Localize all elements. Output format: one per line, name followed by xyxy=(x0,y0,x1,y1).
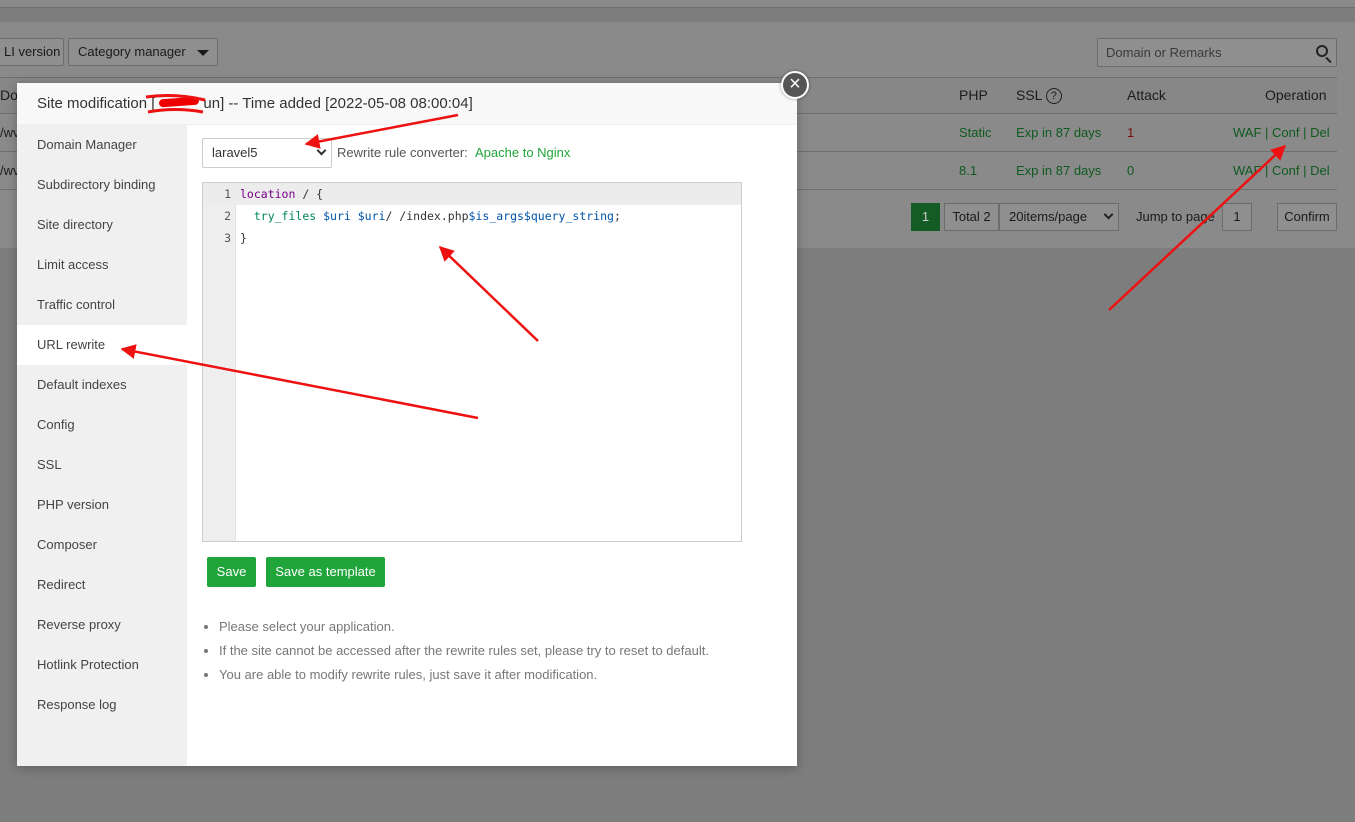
search-icon[interactable] xyxy=(1316,45,1328,57)
sidebar-item-domain-manager[interactable]: Domain Manager xyxy=(17,125,187,165)
rewrite-code-editor[interactable]: 1 location / { 2 try_files $uri $uri/ /i… xyxy=(202,182,742,542)
close-icon[interactable]: × xyxy=(781,71,809,99)
sidebar-item-config[interactable]: Config xyxy=(17,405,187,445)
del-link[interactable]: Del xyxy=(1310,163,1330,178)
converter-label: Rewrite rule converter: xyxy=(337,145,468,160)
sidebar-item-default-indexes[interactable]: Default indexes xyxy=(17,365,187,405)
column-domain[interactable]: Do xyxy=(0,87,18,103)
cli-version-button[interactable]: LI version xyxy=(0,38,64,66)
sidebar-item-reverse-proxy[interactable]: Reverse proxy xyxy=(17,605,187,645)
column-php[interactable]: PHP xyxy=(959,87,988,103)
row-operations: WAF | Conf | Del xyxy=(1233,163,1330,178)
search-input[interactable]: Domain or Remarks xyxy=(1097,38,1337,67)
confirm-button[interactable]: Confirm xyxy=(1277,203,1337,231)
row-operations: WAF | Conf | Del xyxy=(1233,125,1330,140)
row-ssl[interactable]: Exp in 87 days xyxy=(1016,125,1101,140)
sidebar-item-subdirectory-binding[interactable]: Subdirectory binding xyxy=(17,165,187,205)
waf-link[interactable]: WAF xyxy=(1233,163,1261,178)
dialog-title-prefix: Site modification [ xyxy=(37,95,156,112)
tips-list: Please select your application. If the s… xyxy=(219,615,779,687)
jump-label: Jump to page xyxy=(1136,209,1215,224)
row-php[interactable]: Static xyxy=(959,125,992,140)
conf-link[interactable]: Conf xyxy=(1272,163,1299,178)
dialog-title: Site modification [ un] -- Time added [20… xyxy=(17,83,797,125)
page-size-select[interactable]: 20items/page xyxy=(999,203,1119,231)
redaction-mark xyxy=(155,95,203,109)
column-attack: Attack xyxy=(1127,87,1166,103)
sidebar-item-hotlink-protection[interactable]: Hotlink Protection xyxy=(17,645,187,685)
list-item: Please select your application. xyxy=(219,615,779,639)
line-number: 1 xyxy=(224,187,231,201)
settings-sidebar: Domain Manager Subdirectory binding Site… xyxy=(17,125,187,766)
sidebar-item-limit-access[interactable]: Limit access xyxy=(17,245,187,285)
category-manager-button[interactable]: Category manager xyxy=(68,38,218,66)
code-line[interactable]: 2 try_files $uri $uri/ /index.php$is_arg… xyxy=(203,205,741,227)
waf-link[interactable]: WAF xyxy=(1233,125,1261,140)
sidebar-item-url-rewrite[interactable]: URL rewrite xyxy=(17,325,187,365)
page-total: Total 2 xyxy=(944,203,999,231)
line-number: 2 xyxy=(224,209,231,223)
column-ssl-label: SSL xyxy=(1016,87,1042,103)
sidebar-item-composer[interactable]: Composer xyxy=(17,525,187,565)
code-text: } xyxy=(240,231,247,245)
sidebar-item-php-version[interactable]: PHP version xyxy=(17,485,187,525)
sidebar-item-traffic-control[interactable]: Traffic control xyxy=(17,285,187,325)
category-manager-label: Category manager xyxy=(78,44,186,59)
code-text: location / { xyxy=(240,187,324,201)
del-link[interactable]: Del xyxy=(1310,125,1330,140)
list-item: You are able to modify rewrite rules, ju… xyxy=(219,663,779,687)
top-bar xyxy=(0,0,1355,8)
sidebar-item-redirect[interactable]: Redirect xyxy=(17,565,187,605)
row-attack[interactable]: 0 xyxy=(1127,163,1134,178)
apache-to-nginx-link[interactable]: Apache to Nginx xyxy=(475,145,570,160)
row-php[interactable]: 8.1 xyxy=(959,163,977,178)
code-text: try_files $uri $uri/ /index.php$is_args$… xyxy=(253,209,621,223)
url-rewrite-panel: laravel5 Rewrite rule converter: Apache … xyxy=(187,125,797,766)
code-line[interactable]: 1 location / { xyxy=(203,183,741,205)
chevron-down-icon xyxy=(1103,209,1114,220)
line-number: 3 xyxy=(224,231,231,245)
list-item: If the site cannot be accessed after the… xyxy=(219,639,779,663)
jump-page-input[interactable]: 1 xyxy=(1222,203,1252,231)
save-as-template-button[interactable]: Save as template xyxy=(266,557,385,587)
rewrite-template-select[interactable]: laravel5 xyxy=(202,138,332,168)
page-current[interactable]: 1 xyxy=(911,203,940,231)
sidebar-item-response-log[interactable]: Response log xyxy=(17,685,187,725)
column-ssl[interactable]: SSL ? xyxy=(1016,87,1062,104)
caret-down-icon xyxy=(197,50,209,56)
conf-link[interactable]: Conf xyxy=(1272,125,1299,140)
dialog-title-suffix: un] -- Time added [2022-05-08 08:00:04] xyxy=(203,95,473,112)
rewrite-template-value: laravel5 xyxy=(212,145,258,160)
search-placeholder: Domain or Remarks xyxy=(1106,45,1222,60)
save-button[interactable]: Save xyxy=(207,557,256,587)
site-modification-dialog: Site modification [ un] -- Time added [20… xyxy=(17,83,797,766)
page-size-value: 20items/page xyxy=(1009,209,1088,224)
code-line[interactable]: 3 } xyxy=(203,227,741,249)
help-icon[interactable]: ? xyxy=(1045,88,1062,104)
row-ssl[interactable]: Exp in 87 days xyxy=(1016,163,1101,178)
sidebar-item-site-directory[interactable]: Site directory xyxy=(17,205,187,245)
row-attack[interactable]: 1 xyxy=(1127,125,1134,140)
chevron-down-icon xyxy=(316,145,327,156)
column-operation: Operation xyxy=(1265,87,1327,103)
sidebar-item-ssl[interactable]: SSL xyxy=(17,445,187,485)
